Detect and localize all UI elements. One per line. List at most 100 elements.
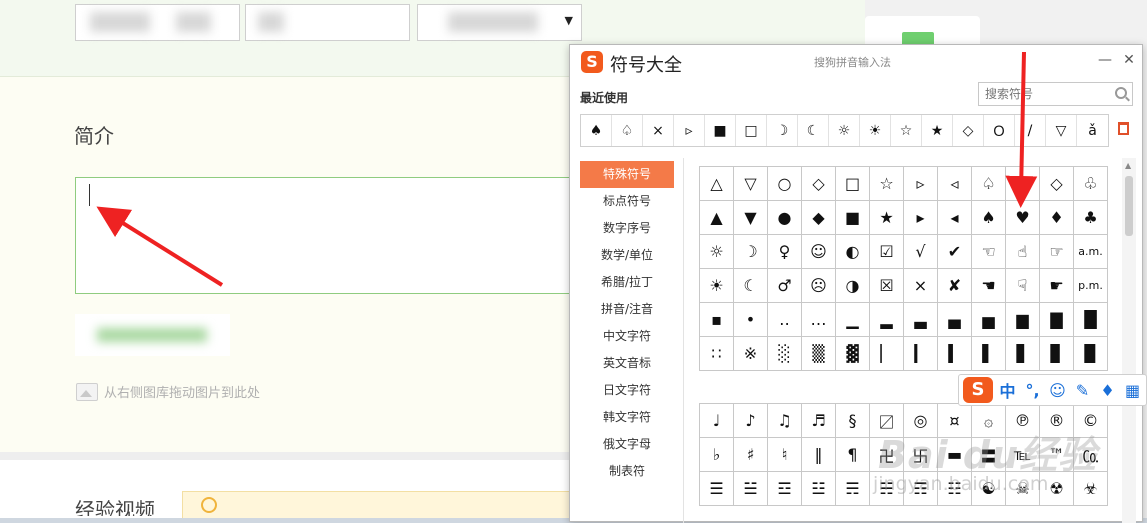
symbol-cell[interactable]: ∷: [700, 337, 734, 371]
symbol-cell[interactable]: •: [734, 303, 768, 337]
symbol-cell[interactable]: ▊: [1040, 337, 1074, 371]
ime-toolbox-button[interactable]: ▦: [1122, 381, 1143, 400]
symbol-cell[interactable]: ▼: [734, 201, 768, 235]
symbol-search-input[interactable]: [978, 82, 1133, 106]
symbol-cell[interactable]: ☚: [972, 269, 1006, 303]
symbol-cell[interactable]: ♩: [700, 404, 734, 438]
symbol-cell[interactable]: ☱: [734, 472, 768, 506]
ime-emoji-button[interactable]: ☺: [1047, 381, 1068, 400]
symbol-cell[interactable]: ♥: [1006, 201, 1040, 235]
recent-symbol-cell[interactable]: ☾: [798, 115, 829, 146]
category-item[interactable]: 特殊符号: [580, 161, 674, 188]
category-item[interactable]: 英文音标: [580, 350, 674, 377]
symbol-cell[interactable]: ☞: [1040, 235, 1074, 269]
category-item[interactable]: 中文字符: [580, 323, 674, 350]
recent-symbol-cell[interactable]: ǎ: [1077, 115, 1108, 146]
symbol-cell[interactable]: ‖: [802, 438, 836, 472]
symbol-cell[interactable]: ☼: [700, 235, 734, 269]
symbol-cell[interactable]: ■: [836, 201, 870, 235]
symbol-cell[interactable]: ◐: [836, 235, 870, 269]
symbol-cell[interactable]: ▋: [1006, 337, 1040, 371]
blurred-input-1[interactable]: [75, 4, 240, 41]
recent-symbol-cell[interactable]: ×: [643, 115, 674, 146]
blurred-button[interactable]: [75, 314, 230, 356]
symbol-cell[interactable]: ☰: [700, 472, 734, 506]
symbol-cell[interactable]: ♪: [734, 404, 768, 438]
symbol-cell[interactable]: ☀: [700, 269, 734, 303]
symbol-cell[interactable]: ▽: [734, 167, 768, 201]
symbol-cell[interactable]: ◃: [938, 167, 972, 201]
symbol-cell[interactable]: ★: [870, 201, 904, 235]
symbol-cell[interactable]: ♦: [1040, 201, 1074, 235]
ime-voice-button[interactable]: ♦: [1097, 381, 1118, 400]
symbol-cell[interactable]: ☹: [802, 269, 836, 303]
ime-handwrite-button[interactable]: ✎: [1072, 381, 1093, 400]
symbol-cell[interactable]: ☟: [1006, 269, 1040, 303]
symbol-cell[interactable]: ▆: [1006, 303, 1040, 337]
recent-symbol-cell[interactable]: ☼: [829, 115, 860, 146]
blurred-input-2[interactable]: [245, 4, 410, 41]
symbol-cell[interactable]: ☑: [870, 235, 904, 269]
symbol-cell[interactable]: ▂: [870, 303, 904, 337]
symbol-cell[interactable]: ▍: [938, 337, 972, 371]
symbol-cell[interactable]: ▹: [904, 167, 938, 201]
recent-symbol-cell[interactable]: Ｏ: [984, 115, 1015, 146]
trash-icon[interactable]: [1118, 122, 1129, 135]
symbol-cell[interactable]: █: [1074, 303, 1108, 337]
symbol-cell[interactable]: ♂: [768, 269, 802, 303]
recent-symbol-cell[interactable]: ◇: [953, 115, 984, 146]
symbol-cell[interactable]: ✔: [938, 235, 972, 269]
symbol-cell[interactable]: ▲: [700, 201, 734, 235]
symbol-cell[interactable]: ♣: [1074, 201, 1108, 235]
symbol-cell[interactable]: √: [904, 235, 938, 269]
category-item[interactable]: 拼音/注音: [580, 296, 674, 323]
symbol-cell[interactable]: ♡: [1006, 167, 1040, 201]
symbol-cell[interactable]: ▸: [904, 201, 938, 235]
recent-symbol-cell[interactable]: ♠: [581, 115, 612, 146]
symbol-cell[interactable]: ♧: [1074, 167, 1108, 201]
symbol-cell[interactable]: ☆: [870, 167, 904, 201]
symbol-cell[interactable]: ▪: [700, 303, 734, 337]
symbol-cell[interactable]: …: [802, 303, 836, 337]
symbol-cell[interactable]: ♠: [972, 201, 1006, 235]
symbol-cell[interactable]: ▌: [972, 337, 1006, 371]
symbol-cell[interactable]: ☝: [1006, 235, 1040, 269]
ime-logo-icon[interactable]: S: [963, 377, 993, 403]
recent-symbol-cell[interactable]: ▹: [674, 115, 705, 146]
symbol-cell[interactable]: ♬: [802, 404, 836, 438]
minimize-button[interactable]: —: [1096, 51, 1114, 69]
symbol-cell[interactable]: p.m.: [1074, 269, 1108, 303]
symbol-cell[interactable]: ☾: [734, 269, 768, 303]
symbol-cell[interactable]: ×: [904, 269, 938, 303]
recent-symbol-cell[interactable]: ☀: [860, 115, 891, 146]
symbol-scrollbar[interactable]: ▲: [1122, 158, 1136, 523]
recent-symbol-cell[interactable]: ▽: [1046, 115, 1077, 146]
symbol-cell[interactable]: ▁: [836, 303, 870, 337]
symbol-cell[interactable]: §: [836, 404, 870, 438]
intro-textarea[interactable]: [75, 177, 575, 294]
symbol-cell[interactable]: ◇: [1040, 167, 1074, 201]
category-item[interactable]: 制表符: [580, 458, 674, 485]
category-item[interactable]: 标点符号: [580, 188, 674, 215]
symbol-cell[interactable]: ◂: [938, 201, 972, 235]
symbol-cell[interactable]: ※: [734, 337, 768, 371]
symbol-cell[interactable]: ◆: [802, 201, 836, 235]
category-item[interactable]: 日文字符: [580, 377, 674, 404]
symbol-cell[interactable]: ☽: [734, 235, 768, 269]
symbol-cell[interactable]: ▎: [904, 337, 938, 371]
symbol-cell[interactable]: ◑: [836, 269, 870, 303]
symbol-cell[interactable]: ¶: [836, 438, 870, 472]
symbol-cell[interactable]: ▉: [1074, 337, 1108, 371]
symbol-cell[interactable]: ◇: [802, 167, 836, 201]
recent-symbol-cell[interactable]: ★: [922, 115, 953, 146]
recent-symbol-cell[interactable]: /: [1015, 115, 1046, 146]
category-item[interactable]: 数字序号: [580, 215, 674, 242]
symbol-cell[interactable]: ☺: [802, 235, 836, 269]
recent-symbol-cell[interactable]: ♤: [612, 115, 643, 146]
symbol-cell[interactable]: ▇: [1040, 303, 1074, 337]
symbol-cell[interactable]: ☲: [768, 472, 802, 506]
symbol-cell[interactable]: ░: [768, 337, 802, 371]
recent-symbol-cell[interactable]: ☽: [767, 115, 798, 146]
symbol-cell[interactable]: ☒: [870, 269, 904, 303]
symbol-cell[interactable]: ♯: [734, 438, 768, 472]
